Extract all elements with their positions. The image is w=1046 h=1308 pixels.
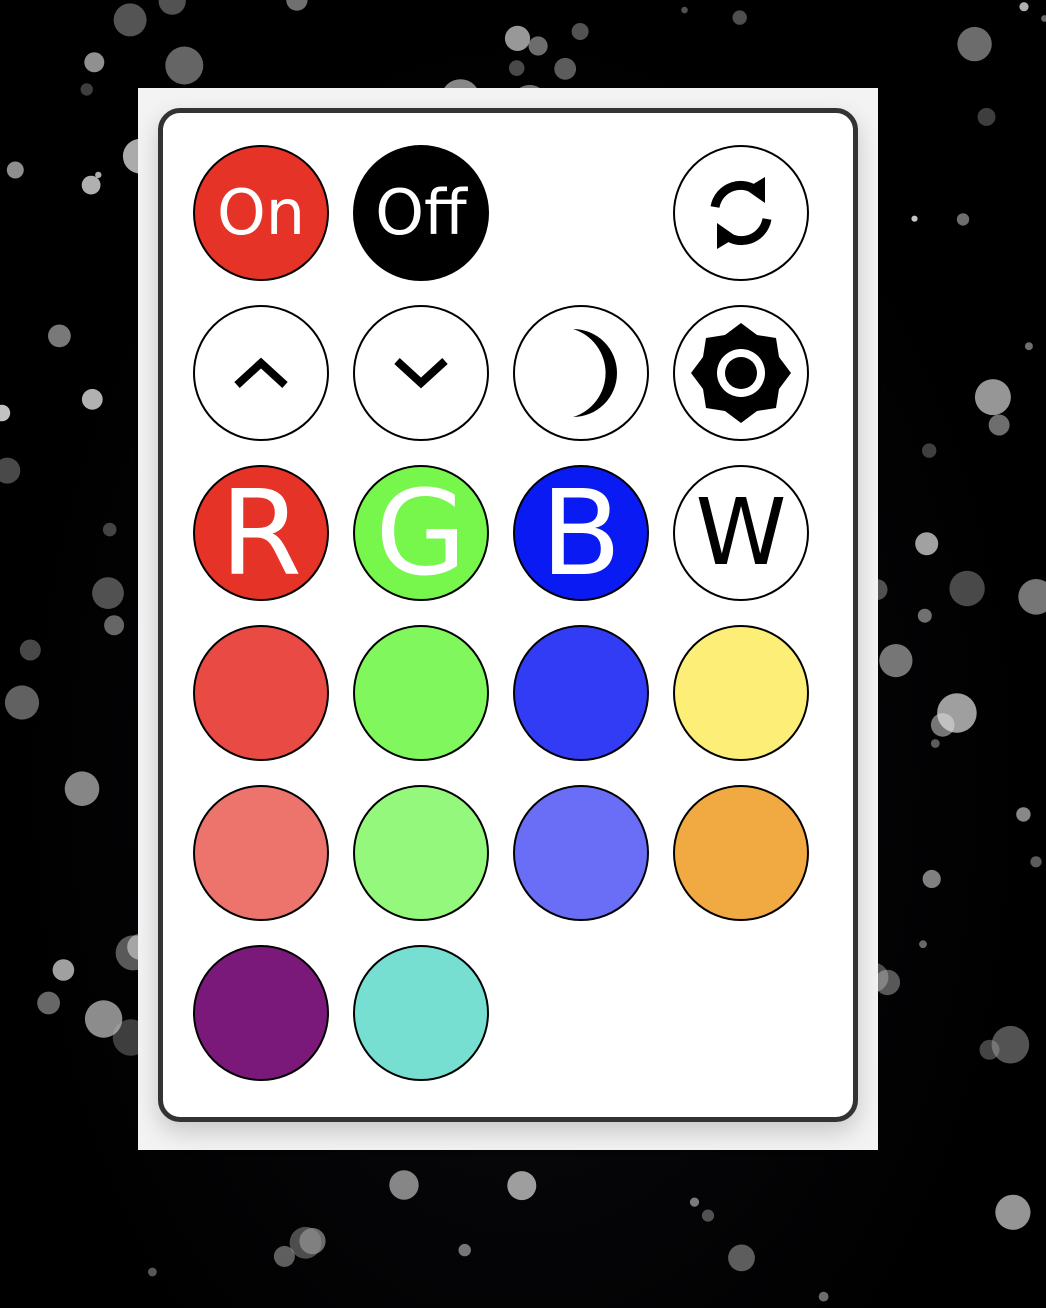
- bokeh-dot: [4, 685, 40, 720]
- bokeh-dot: [1018, 579, 1046, 615]
- green-label: G: [375, 465, 467, 601]
- bokeh-dot: [84, 52, 105, 73]
- bokeh-dot: [6, 161, 24, 179]
- color-swatch-button[interactable]: [353, 945, 489, 1081]
- bokeh-dot: [92, 577, 124, 609]
- bokeh-dot: [64, 771, 100, 806]
- bokeh-dot: [956, 213, 970, 226]
- blue-button[interactable]: B: [513, 465, 649, 601]
- bokeh-dot: [458, 1243, 471, 1257]
- bokeh-dot: [80, 83, 93, 96]
- bokeh-dot: [988, 414, 1010, 436]
- cycle-icon: [710, 177, 772, 249]
- chevron-up-icon: [234, 357, 288, 388]
- white-button[interactable]: W: [673, 465, 809, 601]
- bokeh-dot: [528, 36, 548, 56]
- bokeh-dot: [273, 1245, 295, 1267]
- bokeh-dot: [922, 443, 937, 458]
- night-mode-button[interactable]: [513, 305, 649, 441]
- on-label: On: [216, 176, 306, 249]
- bokeh-dot: [957, 26, 992, 62]
- color-swatch-button[interactable]: [673, 785, 809, 921]
- bokeh-dot: [158, 0, 186, 15]
- bokeh-dot: [52, 959, 75, 981]
- color-swatch-button[interactable]: [353, 625, 489, 761]
- bokeh-dot: [915, 532, 939, 556]
- bokeh-dot: [1041, 15, 1046, 22]
- brightness-down-button[interactable]: [353, 305, 489, 441]
- bokeh-dot: [0, 404, 11, 422]
- bokeh-dot: [508, 60, 525, 76]
- bokeh-dot: [104, 615, 125, 636]
- red-label: R: [220, 465, 302, 601]
- bokeh-dot: [148, 1267, 157, 1277]
- bokeh-dot: [701, 1209, 715, 1222]
- bokeh-dot: [84, 1000, 123, 1038]
- color-swatch-button[interactable]: [513, 785, 649, 921]
- blue-label: B: [540, 465, 622, 601]
- bokeh-dot: [1016, 807, 1031, 822]
- bokeh-dot: [48, 324, 71, 348]
- color-swatch-button[interactable]: [513, 625, 649, 761]
- bokeh-dot: [732, 10, 747, 25]
- bokeh-dot: [991, 1025, 1030, 1064]
- cycle-button[interactable]: [673, 145, 809, 281]
- bokeh-dot: [681, 6, 688, 14]
- bokeh-dot: [37, 991, 60, 1015]
- bokeh-dot: [949, 570, 985, 607]
- brightness-up-button[interactable]: [193, 305, 329, 441]
- moon-icon: [573, 329, 617, 417]
- bokeh-dot: [919, 940, 927, 949]
- bokeh-dot: [917, 608, 932, 623]
- bokeh-dot: [922, 869, 941, 889]
- bokeh-dot: [95, 171, 102, 179]
- bokeh-dot: [728, 1244, 755, 1272]
- brightness-icon: [691, 323, 791, 423]
- on-button[interactable]: On: [193, 145, 329, 281]
- bokeh-dot: [81, 388, 103, 410]
- color-swatch-button[interactable]: [193, 945, 329, 1081]
- bokeh-dot: [930, 713, 955, 737]
- bokeh-dot: [0, 457, 21, 484]
- bokeh-dot: [879, 644, 913, 678]
- green-button[interactable]: G: [353, 465, 489, 601]
- color-swatch-button[interactable]: [353, 785, 489, 921]
- color-swatch-button[interactable]: [193, 625, 329, 761]
- bokeh-dot: [930, 739, 940, 748]
- bokeh-dot: [102, 522, 117, 537]
- color-swatch-button[interactable]: [193, 785, 329, 921]
- background: On Off R G B W: [0, 0, 1046, 1308]
- red-button[interactable]: R: [193, 465, 329, 601]
- off-label: Off: [375, 176, 467, 249]
- bokeh-dot: [165, 46, 204, 85]
- bokeh-dot: [81, 175, 101, 195]
- bokeh-dot: [974, 379, 1011, 416]
- brightness-button[interactable]: [673, 305, 809, 441]
- bokeh-dot: [389, 1170, 419, 1200]
- bokeh-dot: [1024, 342, 1033, 351]
- color-swatch-button[interactable]: [673, 625, 809, 761]
- bokeh-dot: [571, 23, 589, 40]
- remote-control: On Off R G B W: [158, 108, 858, 1122]
- bokeh-dot: [554, 57, 577, 80]
- bokeh-dot: [504, 25, 531, 51]
- bokeh-dot: [113, 3, 147, 37]
- off-button[interactable]: Off: [353, 145, 489, 281]
- white-label: W: [695, 479, 787, 586]
- bokeh-dot: [507, 1171, 537, 1201]
- bokeh-dot: [977, 107, 996, 126]
- bokeh-dot: [1030, 856, 1042, 868]
- remote-card: On Off R G B W: [138, 88, 878, 1150]
- bokeh-dot: [689, 1197, 700, 1207]
- chevron-down-icon: [394, 358, 448, 389]
- bokeh-dot: [19, 639, 41, 661]
- bokeh-dot: [818, 1291, 829, 1302]
- bokeh-dot: [995, 1194, 1031, 1230]
- bokeh-dot: [1019, 2, 1029, 12]
- bokeh-dot: [286, 0, 308, 11]
- bokeh-dot: [911, 215, 918, 222]
